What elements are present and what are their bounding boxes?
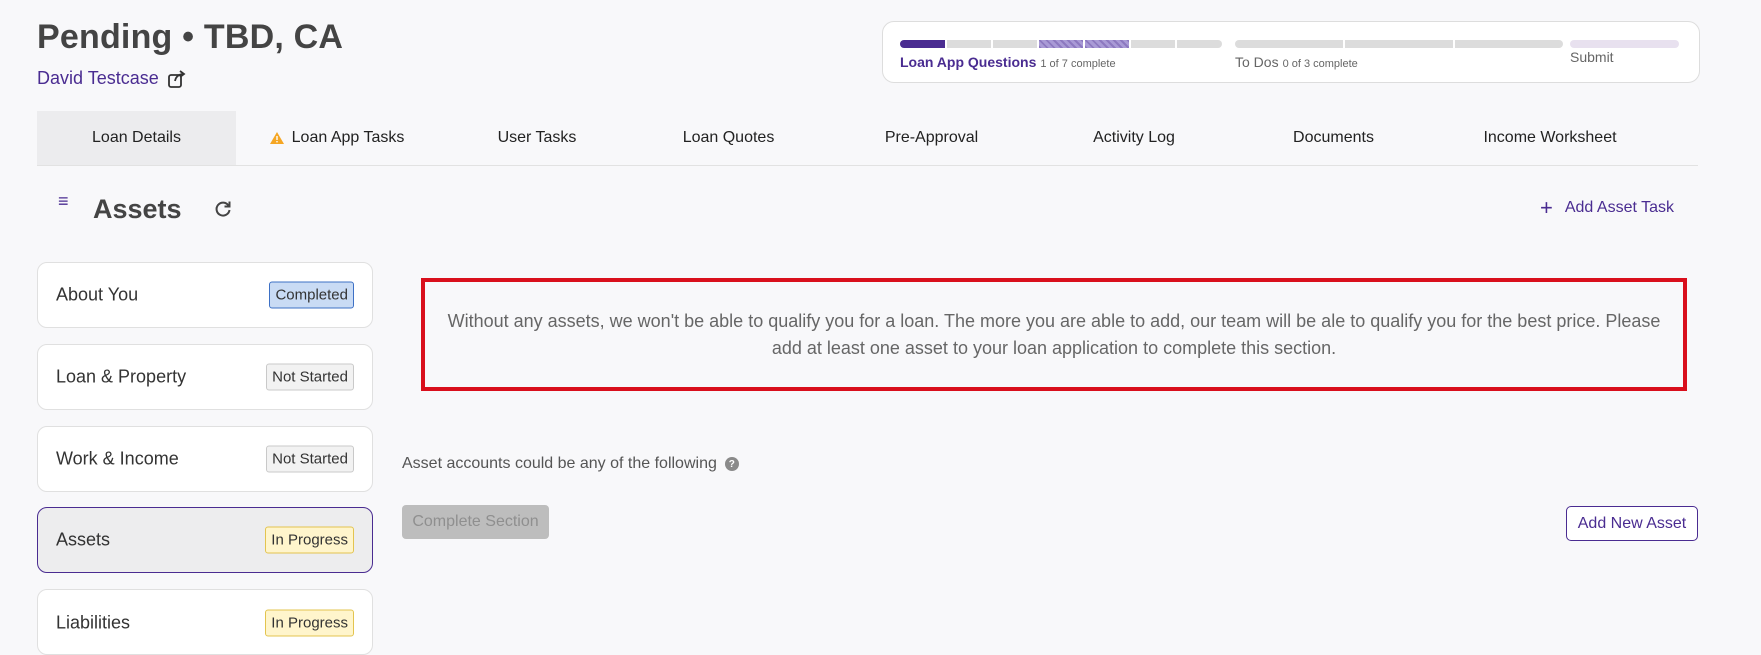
status-badge: Not Started <box>266 445 354 473</box>
add-asset-task-button[interactable]: + Add Asset Task <box>1540 195 1674 220</box>
no-assets-alert: Without any assets, we won't be able to … <box>421 278 1687 391</box>
progress-segment-in-progress <box>1085 40 1129 48</box>
progress-segment <box>947 40 991 48</box>
step-label: To Dos <box>1235 54 1279 70</box>
sidebar-item-label: Loan & Property <box>56 366 187 387</box>
tab-label: Loan App Tasks <box>291 129 405 146</box>
step-detail: 1 of 7 complete <box>1040 58 1116 70</box>
progress-segment <box>1235 40 1343 48</box>
submit-progress-bar <box>1570 40 1679 48</box>
plus-icon: + <box>1540 195 1553 220</box>
tab-label: Loan Details <box>92 129 181 146</box>
progress-segment <box>1345 40 1453 48</box>
sidebar-item-label: Assets <box>56 529 111 550</box>
tab-label: Pre-Approval <box>884 129 979 146</box>
borrower-link[interactable]: David Testcase <box>37 68 187 89</box>
tab-loan-app-tasks[interactable]: Loan App Tasks <box>236 111 438 165</box>
tab-user-tasks[interactable]: User Tasks <box>438 111 636 165</box>
progress-segment <box>1455 40 1563 48</box>
asset-accounts-text: Asset accounts could be any of the follo… <box>402 455 717 472</box>
step-detail: 0 of 3 complete <box>1282 58 1358 70</box>
sidebar-item-label: Liabilities <box>56 612 131 633</box>
progress-segment <box>993 40 1037 48</box>
todos-progress-bar <box>1235 40 1563 48</box>
step-todos[interactable]: To Dos 0 of 3 complete <box>1235 54 1358 70</box>
tab-loan-quotes[interactable]: Loan Quotes <box>636 111 821 165</box>
tab-label: Loan Quotes <box>682 129 775 146</box>
status-badge: Not Started <box>266 363 354 391</box>
tab-documents[interactable]: Documents <box>1226 111 1441 165</box>
progress-segment <box>1177 40 1222 48</box>
status-badge: In Progress <box>265 526 354 554</box>
menu-icon[interactable]: ≡ <box>58 192 69 210</box>
step-label: Loan App Questions <box>900 54 1037 70</box>
status-badge: Completed <box>269 281 354 309</box>
asset-accounts-info: Asset accounts could be any of the follo… <box>402 455 739 473</box>
warning-icon <box>269 132 284 144</box>
progress-segment-in-progress <box>1039 40 1083 48</box>
complete-section-button[interactable]: Complete Section <box>402 505 549 539</box>
loan-app-progress-bar <box>900 40 1222 48</box>
borrower-name: David Testcase <box>37 68 159 88</box>
step-submit[interactable]: Submit <box>1570 49 1614 65</box>
help-icon[interactable]: ? <box>724 457 739 471</box>
progress-segment-complete <box>900 40 945 48</box>
sidebar-item-about-you[interactable]: About You Completed <box>37 262 373 328</box>
tab-label: Income Worksheet <box>1483 129 1617 146</box>
sidebar-item-liabilities[interactable]: Liabilities In Progress <box>37 589 373 655</box>
add-asset-task-label: Add Asset Task <box>1564 199 1674 216</box>
refresh-icon[interactable] <box>213 199 233 219</box>
sidebar-item-work-income[interactable]: Work & Income Not Started <box>37 426 373 492</box>
sidebar-item-label: Work & Income <box>56 448 179 469</box>
progress-segment <box>1131 40 1175 48</box>
tab-label: User Tasks <box>497 129 577 146</box>
step-loan-app-questions[interactable]: Loan App Questions 1 of 7 complete <box>900 54 1116 70</box>
sidebar-item-loan-property[interactable]: Loan & Property Not Started <box>37 344 373 410</box>
sidebar-item-assets[interactable]: Assets In Progress <box>37 507 373 573</box>
tab-pre-approval[interactable]: Pre-Approval <box>821 111 1042 165</box>
progress-segment <box>1570 40 1679 48</box>
step-label: Submit <box>1570 49 1614 65</box>
tab-label: Documents <box>1293 129 1374 146</box>
share-icon[interactable] <box>167 69 187 89</box>
section-title: Assets <box>93 194 182 224</box>
tab-bar: Loan Details Loan App Tasks User Tasks L… <box>37 111 1698 166</box>
tab-loan-details[interactable]: Loan Details <box>37 111 236 165</box>
tab-activity-log[interactable]: Activity Log <box>1042 111 1226 165</box>
application-progress: Loan App Questions 1 of 7 complete To Dos… <box>882 21 1700 83</box>
add-new-asset-button[interactable]: Add New Asset <box>1566 506 1698 541</box>
tab-income-worksheet[interactable]: Income Worksheet <box>1441 111 1659 165</box>
status-badge: In Progress <box>265 609 354 637</box>
page-title: Pending • TBD, CA <box>37 18 344 56</box>
sidebar-item-label: About You <box>56 284 139 305</box>
tab-label: Activity Log <box>1093 129 1175 146</box>
